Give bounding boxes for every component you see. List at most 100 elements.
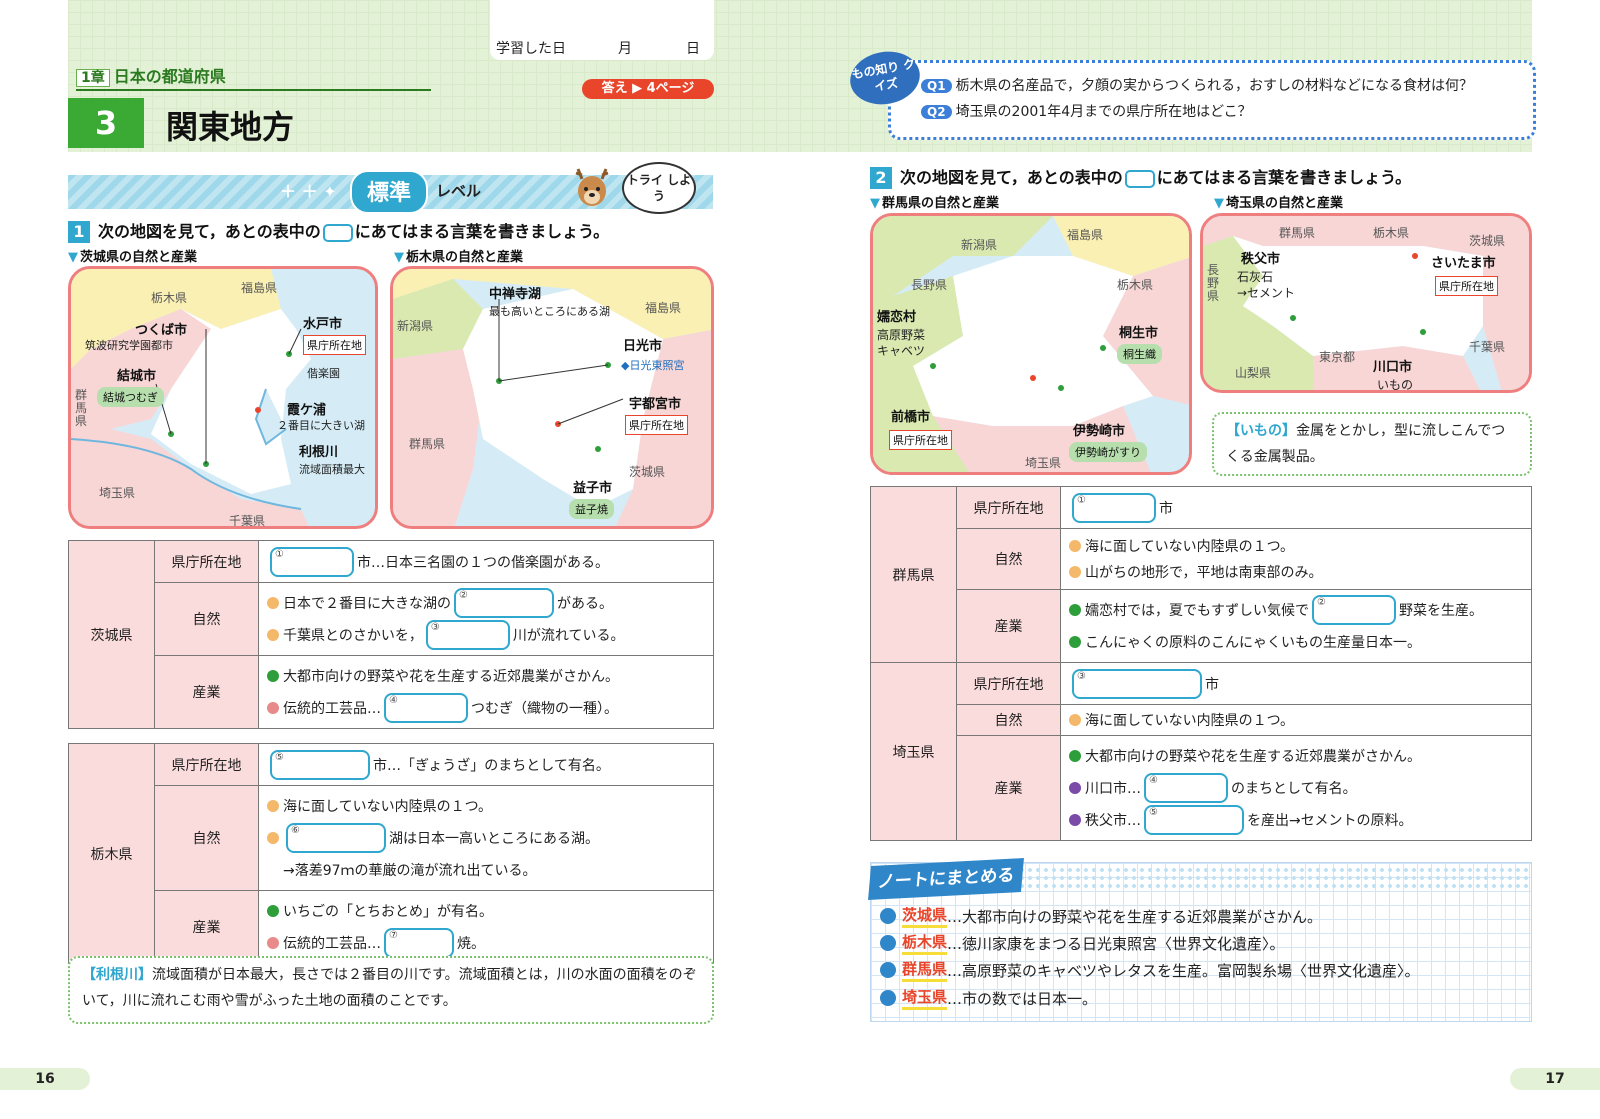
month-label: 月 (618, 41, 632, 57)
blank-r5-input[interactable]: ⑤ (1144, 805, 1244, 835)
summary-line-2: 栃木県 …徳川家康をまつる日光東照宮〈世界文化遺産〉。 (880, 931, 1285, 955)
ibaraki-nature-2b: 川が流れている。 (512, 628, 625, 644)
green-dot-icon (1069, 636, 1081, 648)
study-date-box: 学習した日 月 日 (490, 0, 714, 60)
blank-number: ③ (1077, 670, 1086, 682)
page-number-right: 17 (1510, 1068, 1600, 1090)
blank-r4-input[interactable]: ④ (1144, 773, 1228, 803)
saitama-table: 埼玉県 県庁所在地 ③市 自然 海に面していない内陸県の１つ。 産業 大都市向け… (870, 662, 1532, 841)
gunma-industry-1b: 野菜を生産。 (1399, 603, 1483, 619)
tochigi-nature-cell: 海に面していない内陸県の１つ。 ⑥ 湖は日本一高いところにある湖。 →落差97ｍの… (258, 785, 714, 891)
gunma-industry-cell: 嬬恋村では，夏でもすずしい気候で ② 野菜を生産。 こんにゃくの原料のこんにゃくいも… (1060, 589, 1532, 663)
saitama-industry-2b: のまちとして有名。 (1231, 781, 1357, 797)
label-tochigi-3: 栃木県 (1373, 226, 1410, 240)
summary-pref-3: 群馬県 (902, 958, 948, 982)
label-nagano: 長野県 (911, 278, 948, 292)
city-nikko: 日光市 (623, 339, 663, 354)
blank-7-input[interactable]: ⑦ (384, 928, 454, 958)
summary-text-3: …高原野菜のキャベツやレタスを生産。富岡製糸場〈世界文化遺産〉。 (947, 961, 1420, 980)
sparkle-icon: ＋ ＋ ✦ (280, 182, 337, 201)
label-tochigi-2: 栃木県 (1117, 278, 1154, 292)
level-word: レベル (436, 182, 482, 200)
ibaraki-map: 栃木県 福島県 群馬県 埼玉県 千葉県 つくば市 筑波研究学園都市 結城市 結城… (68, 266, 378, 529)
note-chichibu-2: →セメント (1237, 286, 1295, 300)
ibaraki-capital-text: 市…日本三名園の１つの偕楽園がある。 (357, 554, 609, 571)
chapter-label: 1章 日本の都道府県 (76, 63, 431, 91)
label-nagano-2: 長野県 (1207, 263, 1220, 303)
city-tsukuba: つくば市 (135, 323, 188, 338)
gunma-capital-cell: ①市 (1060, 486, 1532, 529)
note-kasumigaura: ２番目に大きい湖 (277, 419, 365, 432)
blank-4-input[interactable]: ④ (384, 693, 468, 723)
orange-dot-icon (1069, 566, 1081, 578)
ibaraki-table: 茨城県 県庁所在地 ① 市…日本三名園の１つの偕楽園がある。 自然 日本で２番目に… (68, 540, 714, 729)
pink-dot-icon (267, 702, 279, 714)
label-fukushima: 福島県 (241, 281, 278, 295)
saitama-capital-text: 市 (1205, 676, 1219, 693)
triangle-icon: ▼ (68, 250, 78, 265)
tochigi-nature-2: 湖は日本一高いところにある湖。 (389, 831, 599, 847)
question-2-heading: 2 次の地図を見て，あとの表中の にあてはまる言葉を書きましょう。 (870, 164, 1411, 189)
blank-number: ② (1317, 597, 1326, 608)
tag-mashiko: 益子焼 (569, 499, 614, 519)
city-mito: 水戸市 (303, 317, 343, 332)
tochigi-cat-industry: 産業 (154, 890, 259, 964)
saitama-cat-industry: 産業 (956, 735, 1061, 841)
blank-r3-input[interactable]: ③ (1072, 668, 1202, 699)
blank-6-input[interactable]: ⑥ (286, 823, 386, 853)
ibaraki-cat-nature: 自然 (154, 582, 259, 656)
bullet-icon (880, 908, 896, 924)
day-label: 日 (686, 41, 700, 57)
ibaraki-industry-1: 大都市向けの野菜や花を生産する近郊農業がさかん。 (283, 669, 619, 685)
tochigi-pref-cell: 栃木県 (68, 743, 155, 964)
question-1-number: 1 (68, 221, 90, 243)
try-bubble: トライ しよう (622, 162, 696, 214)
tochigi-capital-text: 市…「ぎょうざ」のまちとして有名。 (373, 757, 610, 774)
ibaraki-industry-cell: 大都市向けの野菜や花を生産する近郊農業がさかん。 伝統的工芸品… ④ つむぎ（織物の… (258, 655, 714, 729)
tag-kiryu: 桐生織 (1117, 344, 1162, 364)
label-gunma-3: 群馬県 (1279, 226, 1316, 240)
city-kiryu: 桐生市 (1119, 326, 1159, 341)
summary-line-1: 茨城県 …大都市向けの野菜や花を生産する近郊農業がさかん。 (880, 904, 1322, 928)
map2-caption-text: 栃木県の自然と産業 (406, 250, 524, 265)
label-gunma: 群馬県 (75, 388, 88, 428)
saitama-industry-cell: 大都市向けの野菜や花を生産する近郊農業がさかん。 川口市… ④ のまちとして有名。 … (1060, 735, 1532, 841)
gunma-cat-nature: 自然 (956, 528, 1061, 590)
orange-dot-icon (1069, 540, 1081, 552)
blank-1-input[interactable]: ① (270, 546, 354, 577)
summary-text-1: …大都市向けの野菜や花を生産する近郊農業がさかん。 (947, 907, 1323, 926)
tochigi-nature-3: →落差97ｍの華厳の滝が流れ出ている。 (283, 863, 537, 879)
ibaraki-capital-cell: ① 市…日本三名園の１つの偕楽園がある。 (258, 540, 714, 583)
map1-caption: ▼ 茨城県の自然と産業 (68, 246, 197, 265)
page-number-left: 16 (0, 1068, 90, 1090)
blank-3-input[interactable]: ③ (425, 620, 510, 650)
level-standard: 標準 (350, 170, 428, 214)
label-tochigi: 栃木県 (151, 291, 188, 305)
city-maebashi: 前橋市 (891, 410, 931, 425)
chapter-number: 1章 (76, 69, 110, 87)
blank-r1-input[interactable]: ① (1072, 492, 1156, 523)
blank-5-input[interactable]: ⑤ (270, 749, 370, 780)
blank-number: ③ (430, 622, 440, 633)
blank-number: ⑤ (1149, 807, 1158, 818)
tochigi-table: 栃木県 県庁所在地 ⑤ 市…「ぎょうざ」のまちとして有名。 自然 海に面していない… (68, 743, 714, 964)
gunma-table: 群馬県 県庁所在地 ①市 自然 海に面していない内陸県の１つ。 山がちの地形で，… (870, 486, 1532, 663)
city-kawaguchi: 川口市 (1373, 360, 1413, 375)
date-label: 学習した日 (496, 41, 566, 57)
gunma-cat-capital: 県庁所在地 (956, 486, 1061, 529)
summary-pref-2: 栃木県 (902, 931, 948, 955)
sample-blank-icon (1124, 169, 1155, 188)
summary-text-4: …市の数では日本一。 (947, 989, 1098, 1008)
label-saitama: 埼玉県 (99, 486, 136, 500)
saitama-nature-1: 海に面していない内陸県の１つ。 (1085, 713, 1295, 729)
blank-2-input[interactable]: ② (454, 588, 554, 618)
blank-r2-input[interactable]: ② (1312, 595, 1396, 625)
saitama-industry-3b: を産出→セメントの原料。 (1247, 813, 1413, 829)
tochigi-industry-2a: 伝統的工芸品… (283, 936, 381, 952)
label-chiba-2: 千葉県 (1469, 340, 1506, 354)
orange-dot-icon (267, 629, 279, 641)
section-number: 3 (68, 98, 144, 148)
gunma-cat-industry: 産業 (956, 589, 1061, 663)
green-dot-icon (267, 905, 279, 917)
green-dot-icon (1069, 750, 1081, 762)
